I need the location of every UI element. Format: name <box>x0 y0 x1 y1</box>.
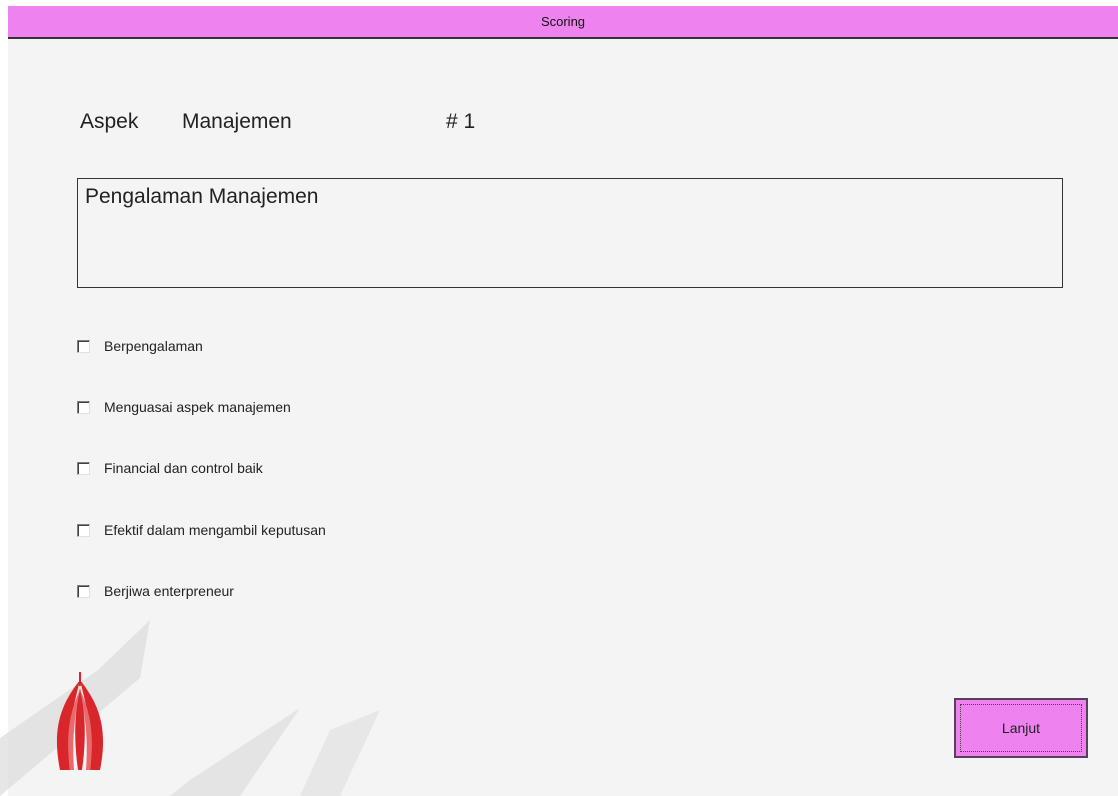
next-button-focus-ring: Lanjut <box>960 704 1082 752</box>
checkbox[interactable] <box>77 584 90 598</box>
option-label: Berjiwa enterpreneur <box>104 583 234 599</box>
option-berpengalaman[interactable]: Berpengalaman <box>77 336 203 356</box>
question-text: Pengalaman Manajemen <box>85 185 319 208</box>
next-button[interactable]: Lanjut <box>954 698 1088 758</box>
option-label: Efektif dalam mengambil keputusan <box>104 522 326 538</box>
checkbox[interactable] <box>77 523 90 537</box>
option-label: Financial dan control baik <box>104 460 263 476</box>
option-efektif-mengambil-keputusan[interactable]: Efektif dalam mengambil keputusan <box>77 520 326 540</box>
question-number: # 1 <box>446 110 476 133</box>
window-title: Scoring <box>540 14 586 29</box>
option-financial-dan-control-baik[interactable]: Financial dan control baik <box>77 458 263 478</box>
option-menguasai-aspek-manajemen[interactable]: Menguasai aspek manajemen <box>77 397 291 417</box>
option-label: Berpengalaman <box>104 338 203 354</box>
checkbox[interactable] <box>77 400 90 414</box>
aspek-label: Aspek <box>80 110 139 133</box>
scoring-window: Scoring Aspek Manajemen # 1 Pengalaman M… <box>8 6 1118 796</box>
title-bar: Scoring <box>8 6 1118 39</box>
question-box: Pengalaman Manajemen <box>77 178 1063 288</box>
next-button-label: Lanjut <box>1001 720 1041 736</box>
category-label: Manajemen <box>182 110 292 133</box>
checkbox[interactable] <box>77 461 90 475</box>
option-label: Menguasai aspek manajemen <box>104 399 291 415</box>
checkbox[interactable] <box>77 339 90 353</box>
option-berjiwa-enterpreneur[interactable]: Berjiwa enterpreneur <box>77 581 234 601</box>
